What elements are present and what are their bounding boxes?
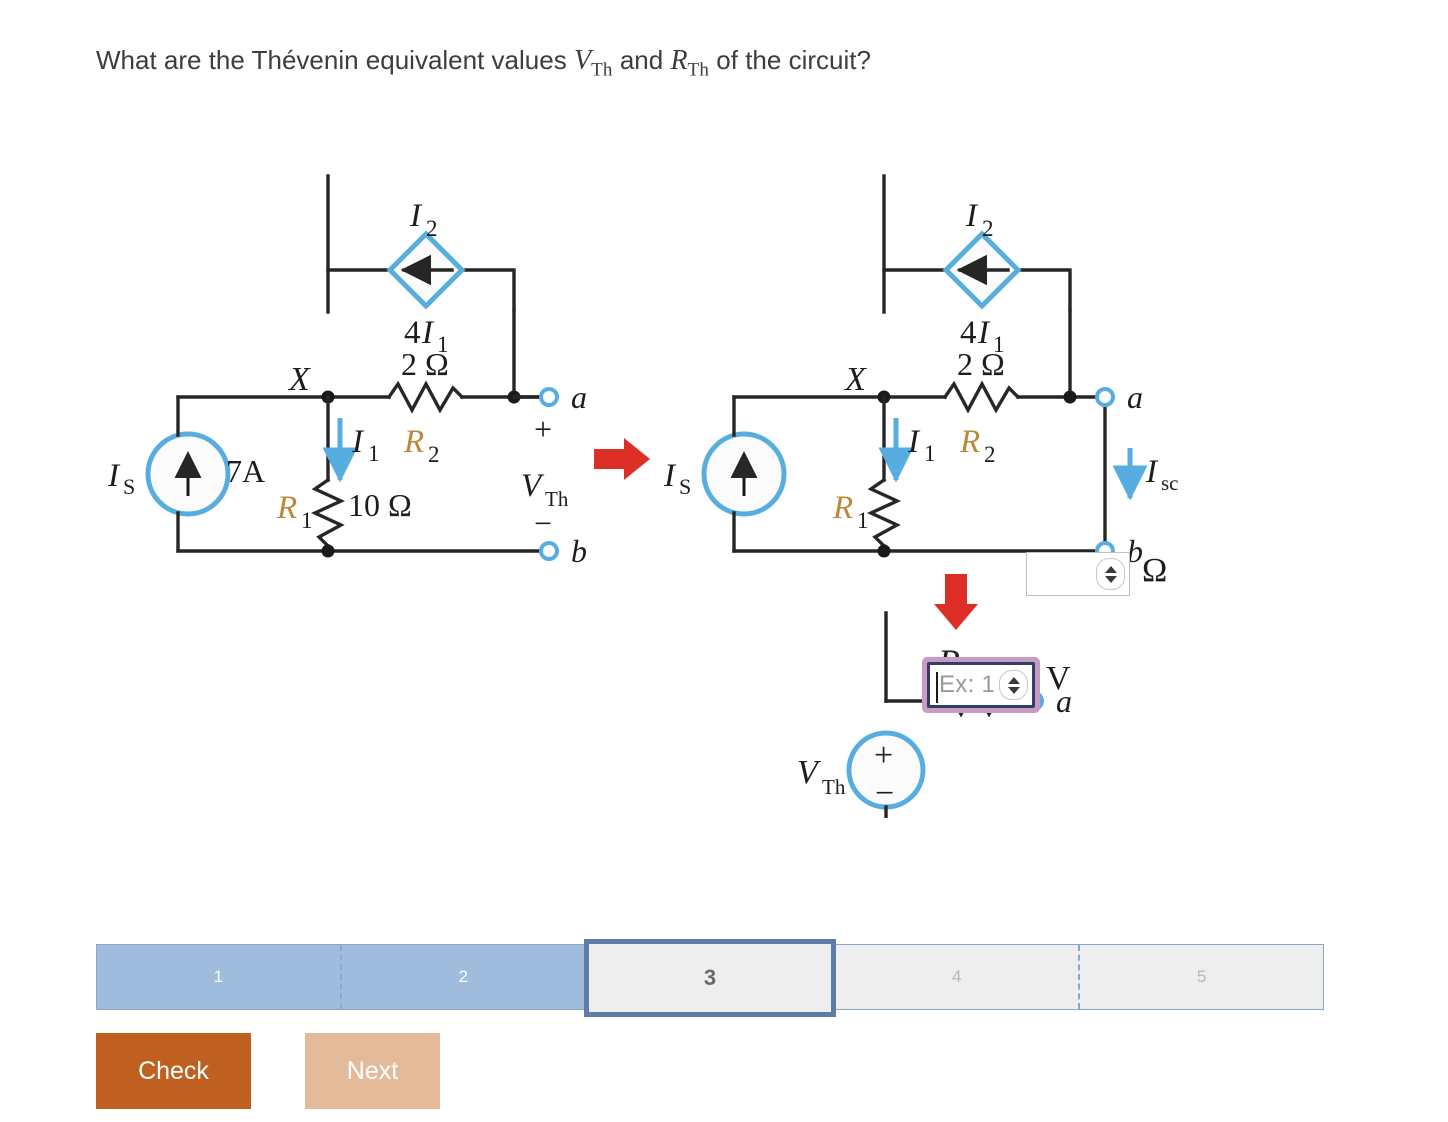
terminal-a-short [1095,387,1115,407]
progress-step-5[interactable]: 5 [1078,945,1323,1009]
question-text-after: of the circuit? [716,45,871,75]
i2-label-2: I [965,198,979,234]
terminal-b-label: b [571,533,587,569]
svg-text:1: 1 [301,508,313,533]
progress-step-4-label: 4 [952,967,962,986]
r2-label: R [403,424,424,460]
node-x-label-2: X [843,361,867,398]
node-x-label: X [287,361,311,398]
progress-step-4[interactable]: 4 [835,945,1079,1009]
vth-output-label: V [521,468,545,504]
svg-text:1: 1 [857,508,869,533]
svg-text:2: 2 [982,216,994,241]
vth-input-focus-ring: Ex: 1 [922,657,1040,713]
rth-input-value[interactable] [1027,553,1096,595]
svg-text:S: S [679,474,691,499]
node-bottom-dot-2 [877,544,891,558]
question-symbol-rth: RTh [670,45,710,81]
is-label: I [107,458,121,494]
action-buttons: Check Next [96,1033,440,1109]
i1-label-2: I [907,424,921,460]
is-subscript: S [123,474,135,499]
page-title: What are the Thévenin equivalent values … [96,44,871,82]
rth-spinner[interactable] [1096,558,1125,590]
r2-label-2: R [959,424,980,460]
progress-step-2-label: 2 [458,967,468,986]
rth-unit-label: Ω [1142,552,1168,589]
r2-value-2: 2 Ω [957,346,1005,382]
vth-input[interactable]: Ex: 1 [927,662,1035,708]
r2-value: 2 Ω [401,346,449,382]
svg-text:1: 1 [924,441,936,466]
r1-label: R [276,490,297,526]
progress-step-5-label: 5 [1196,967,1207,986]
node-a-dot-2 [1063,390,1077,404]
question-symbol-vth: VTh [573,45,613,81]
rth-spinner-down-icon[interactable] [1104,575,1117,583]
rth-spinner-up-icon[interactable] [1104,565,1117,573]
vth-unit-label: V [1046,660,1071,697]
svg-text:2: 2 [428,442,440,467]
vth-spinner-up-icon[interactable] [1007,676,1020,684]
r1-label-2: R [832,490,853,526]
terminal-a-label-2: a [1127,379,1143,415]
next-button[interactable]: Next [305,1033,440,1109]
svg-text:1: 1 [368,441,380,466]
svg-text:Th: Th [822,775,846,799]
progress-step-3-label: 3 [703,965,717,990]
vth-spinner[interactable] [999,670,1028,700]
vth-spinner-down-icon[interactable] [1007,686,1020,694]
svg-text:2: 2 [984,442,996,467]
progress-step-1[interactable]: 1 [97,945,340,1009]
progress-step-2[interactable]: 2 [339,945,585,1009]
i2-label: I [409,198,423,234]
node-bottom-dot [321,544,335,558]
vth-label: V [797,754,822,791]
circuit-short-circuit: I 2 4 I 1 2 Ω R 2 X R 1 I 1 I S a b I sc [663,174,1179,569]
polarity-plus: + [534,411,552,447]
i1-label: I [351,424,365,460]
check-button[interactable]: Check [96,1033,251,1109]
thevenin-plus: + [874,737,893,774]
transform-arrow-down [934,574,978,630]
svg-text:Th: Th [545,487,569,511]
circuit-open-circuit: I 2 4 I 1 2 Ω R 2 X R 1 10 Ω I 1 I S 7A [107,174,587,569]
terminal-b-open [539,541,559,561]
question-text-before: What are the Thévenin equivalent values [96,45,567,75]
transform-arrow-right [594,438,650,480]
circuit-figure: .w { stroke:#262626; stroke-width:3.4; f… [0,88,1448,818]
progress-step-3[interactable]: 3 [583,939,837,1017]
source-value: 7A [226,453,265,489]
thevenin-equivalent-circuit: R Th = a + − V Th b [797,611,1072,818]
isc-label: I [1145,454,1159,490]
i2-subscript: 2 [426,216,438,241]
progress-bar: 1 2 3 4 5 [96,939,1324,1017]
terminal-a-label: a [571,379,587,415]
progress-step-1-label: 1 [213,967,224,986]
question-text-mid: and [619,45,664,75]
vth-input-caret [936,672,938,703]
vth-input-placeholder[interactable]: Ex: 1 [930,665,999,705]
is-label-2: I [663,458,677,494]
rth-input[interactable] [1026,552,1130,596]
terminal-a-open [539,387,559,407]
r1-value: 10 Ω [348,487,412,523]
svg-text:sc: sc [1161,471,1179,495]
